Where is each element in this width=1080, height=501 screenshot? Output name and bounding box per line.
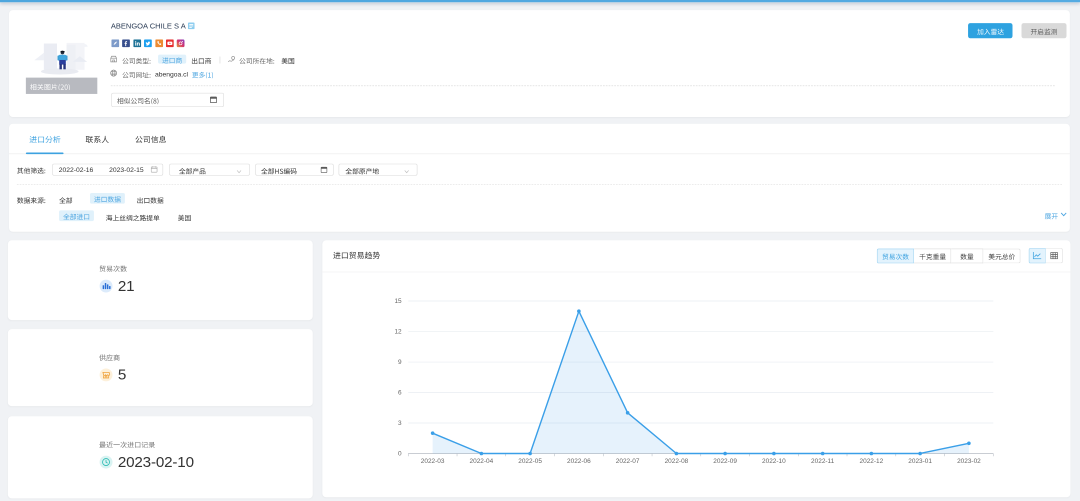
svg-text:12: 12 bbox=[394, 328, 402, 335]
svg-text:2022-10: 2022-10 bbox=[762, 458, 786, 465]
svg-text:2022-08: 2022-08 bbox=[664, 458, 688, 465]
svg-text:2022-04: 2022-04 bbox=[469, 458, 493, 465]
svg-text:2022-06: 2022-06 bbox=[567, 458, 591, 465]
svg-text:2022-05: 2022-05 bbox=[518, 458, 542, 465]
svg-text:3: 3 bbox=[398, 420, 402, 427]
svg-text:15: 15 bbox=[394, 298, 402, 305]
svg-text:0: 0 bbox=[398, 450, 402, 457]
svg-text:2022-07: 2022-07 bbox=[616, 458, 640, 465]
svg-text:2023-02: 2023-02 bbox=[957, 458, 981, 465]
svg-text:2022-03: 2022-03 bbox=[420, 458, 444, 465]
svg-text:2022-09: 2022-09 bbox=[713, 458, 737, 465]
svg-text:2023-01: 2023-01 bbox=[908, 458, 932, 465]
svg-text:2022-12: 2022-12 bbox=[859, 458, 883, 465]
svg-text:9: 9 bbox=[398, 359, 402, 366]
svg-text:6: 6 bbox=[398, 389, 402, 396]
svg-text:2022-11: 2022-11 bbox=[811, 458, 835, 465]
